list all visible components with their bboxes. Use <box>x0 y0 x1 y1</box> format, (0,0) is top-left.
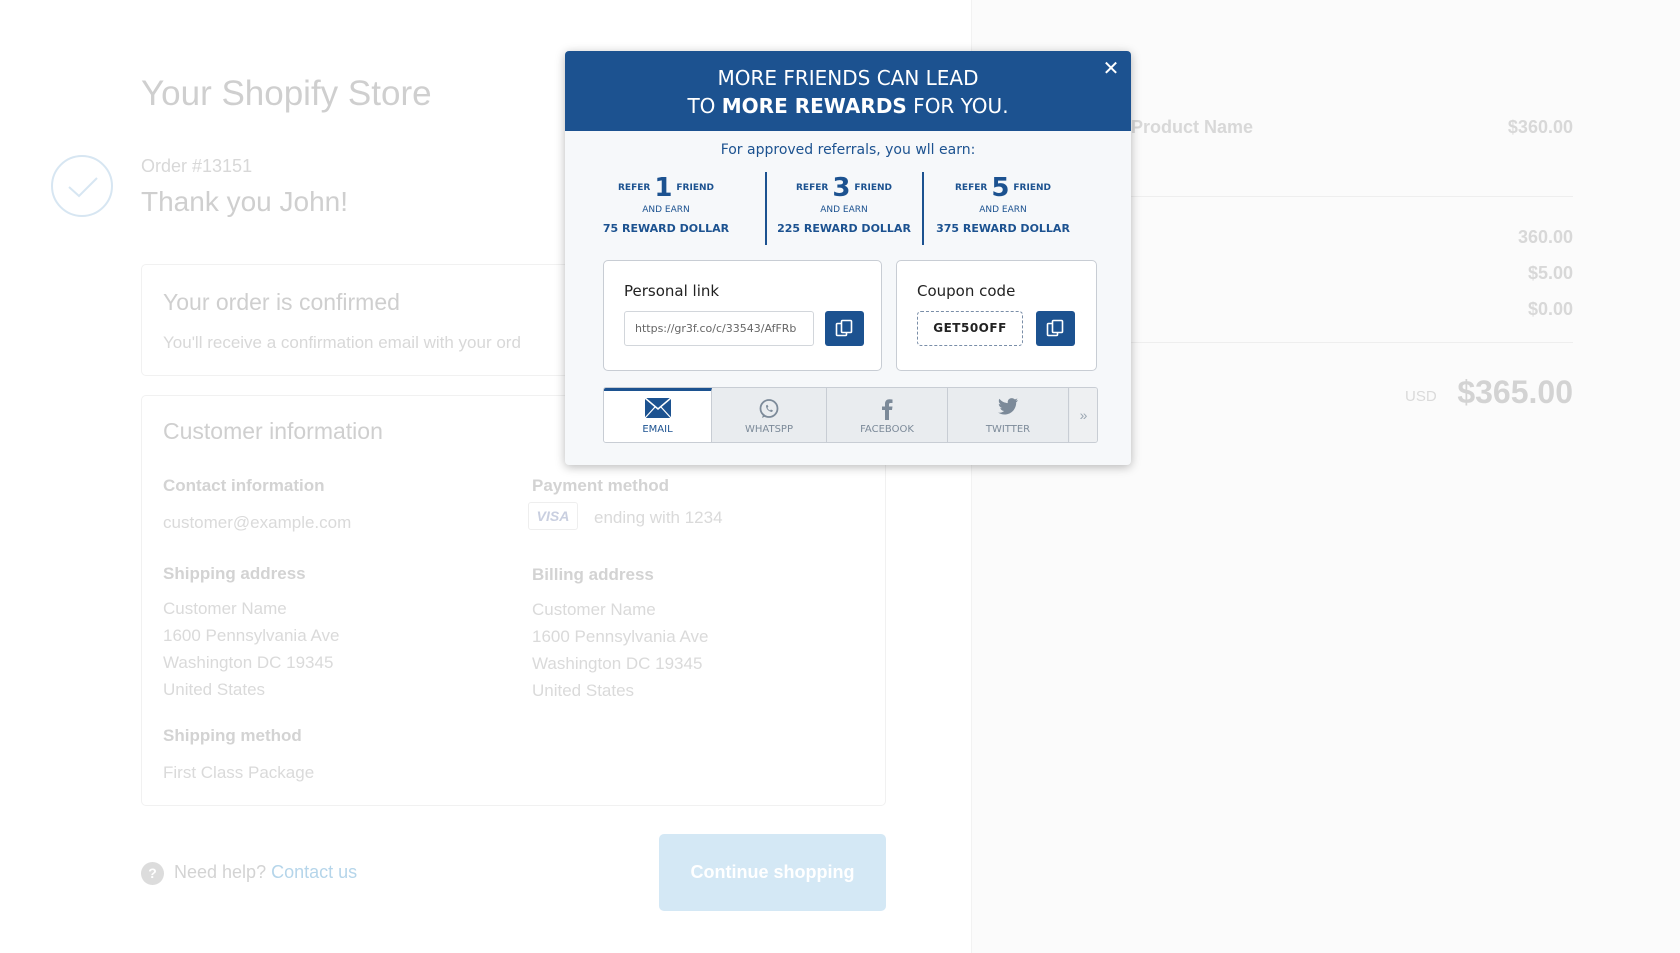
confirmation-text: You'll receive a confirmation email with… <box>163 333 521 352</box>
header-line-2: TO MORE REWARDS FOR YOU. <box>565 92 1131 120</box>
header-post: FOR YOU. <box>906 94 1009 118</box>
billing-address-line: Customer Name <box>532 600 656 619</box>
check-icon <box>51 155 113 217</box>
shipping-method-label: Shipping method <box>163 726 302 745</box>
total-currency: USD <box>1405 388 1437 405</box>
shipping-address-line: Washington DC 19345 <box>163 653 334 672</box>
personal-link-card: Personal link https://gr3f.co/c/33543/Af… <box>603 260 882 371</box>
facebook-icon <box>827 398 947 420</box>
copy-link-button[interactable] <box>825 311 864 346</box>
customer-info-title: Customer information <box>163 418 383 444</box>
billing-address-line: Washington DC 19345 <box>532 654 703 673</box>
tab-facebook[interactable]: FACEBOOK <box>827 388 948 442</box>
tier-refer-label: REFER <box>618 183 651 193</box>
shipping-address-line: United States <box>163 680 266 699</box>
tier-count: 3 <box>832 173 851 203</box>
tier-divider <box>922 172 924 245</box>
copy-icon <box>1046 319 1064 337</box>
divider <box>1131 196 1573 197</box>
shipping-address-line: 1600 Pennsylvania Ave <box>163 626 340 645</box>
tier-friend-label: FRIEND <box>676 183 714 193</box>
tab-label: WHATSPP <box>745 424 793 435</box>
payment-method-label: Payment method <box>532 476 669 495</box>
product-name: Product Name <box>1131 117 1254 137</box>
tab-email[interactable]: EMAIL <box>604 388 712 442</box>
envelope-icon <box>604 397 711 420</box>
header-line-1: MORE FRIENDS CAN LEAD <box>717 66 979 90</box>
taxes-value: $0.00 <box>1527 299 1573 319</box>
continue-shopping-button[interactable]: Continue shopping <box>659 834 886 911</box>
tier-refer-3: REFER 3 FRIEND AND EARN 225 REWARD DOLLAR <box>767 173 921 235</box>
contact-us-link[interactable]: Contact us <box>271 862 357 882</box>
tier-reward: 375 REWARD DOLLAR <box>936 222 1070 235</box>
thank-you-heading: Thank you John! <box>141 186 349 217</box>
share-tab-bar: EMAIL WHATSPP FACEBOOK TWITTER » <box>603 387 1098 443</box>
help-text: Need help? Contact us <box>174 862 357 883</box>
billing-address-label: Billing address <box>532 565 654 584</box>
total-value: $365.00 <box>1457 374 1573 410</box>
help-label: Need help? <box>174 862 267 882</box>
shipping-address-line: Customer Name <box>163 599 287 618</box>
tier-refer-1: REFER 1 FRIEND AND EARN 75 REWARD DOLLAR <box>589 173 743 235</box>
shipping-method-value: First Class Package <box>163 763 315 782</box>
header-pre: TO <box>687 94 722 118</box>
tier-reward: 225 REWARD DOLLAR <box>777 222 911 235</box>
tier-count: 1 <box>654 173 673 203</box>
referral-subtitle: For approved referrals, you wll earn: <box>720 142 976 158</box>
copy-icon <box>835 319 853 337</box>
store-title: Your Shopify Store <box>141 74 432 113</box>
more-share-options-icon[interactable]: » <box>1070 388 1097 442</box>
twitter-icon <box>948 398 1068 420</box>
tier-refer-label: REFER <box>796 183 829 193</box>
tier-refer-5: REFER 5 FRIEND AND EARN 375 REWARD DOLLAR <box>926 173 1080 235</box>
shipping-value: $5.00 <box>1527 263 1573 283</box>
modal-header: MORE FRIENDS CAN LEAD TO MORE REWARDS FO… <box>565 51 1131 131</box>
tab-label: EMAIL <box>642 424 673 435</box>
card-ending: ending with 1234 <box>594 508 723 527</box>
tab-label: TWITTER <box>985 424 1031 435</box>
divider <box>1131 342 1573 343</box>
tier-count: 5 <box>991 173 1010 203</box>
help-icon: ? <box>141 862 164 885</box>
whatsapp-icon <box>712 398 826 420</box>
tab-whatsapp[interactable]: WHATSPP <box>712 388 827 442</box>
coupon-code-value[interactable]: GET50OFF <box>917 311 1023 346</box>
personal-link-title: Personal link <box>624 282 720 300</box>
product-price: $360.00 <box>1507 117 1573 137</box>
shipping-address-label: Shipping address <box>163 564 306 583</box>
tier-refer-label: REFER <box>955 183 988 193</box>
contact-info-label: Contact information <box>163 476 325 495</box>
tier-reward: 75 REWARD DOLLAR <box>602 222 730 235</box>
tier-friend-label: FRIEND <box>1013 183 1051 193</box>
contact-info-value: customer@example.com <box>163 513 352 532</box>
tier-friend-label: FRIEND <box>854 183 892 193</box>
coupon-code-title: Coupon code <box>917 282 1016 300</box>
copy-coupon-button[interactable] <box>1036 311 1075 346</box>
tier-earn-label: AND EARN <box>979 205 1027 215</box>
tier-earn-label: AND EARN <box>642 205 690 215</box>
order-number: Order #13151 <box>141 156 253 176</box>
confirmation-title: Your order is confirmed <box>163 289 400 315</box>
billing-address-line: 1600 Pennsylvania Ave <box>532 627 709 646</box>
visa-card-icon: VISA <box>528 502 578 530</box>
subtotal-value: 360.00 <box>1517 227 1573 247</box>
personal-link-field[interactable]: https://gr3f.co/c/33543/AfFRb <box>624 311 814 346</box>
billing-address-line: United States <box>532 681 635 700</box>
tab-twitter[interactable]: TWITTER <box>948 388 1069 442</box>
tab-label: FACEBOOK <box>860 424 914 435</box>
coupon-code-card: Coupon code GET50OFF <box>896 260 1097 371</box>
header-strong: MORE REWARDS <box>721 94 907 118</box>
tier-earn-label: AND EARN <box>820 205 868 215</box>
close-icon[interactable]: ✕ <box>1099 56 1123 80</box>
referral-modal: MORE FRIENDS CAN LEAD TO MORE REWARDS FO… <box>565 51 1131 465</box>
